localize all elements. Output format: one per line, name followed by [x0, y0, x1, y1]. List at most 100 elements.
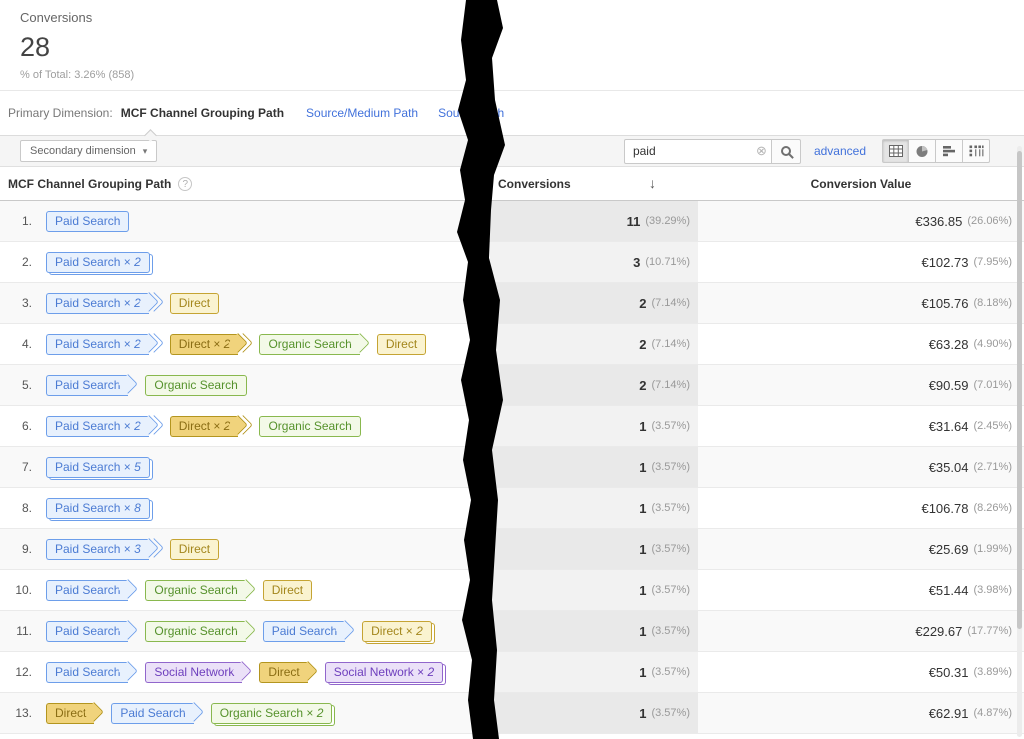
repeat-count: × 2: [120, 255, 140, 269]
primary-dimension-label: Primary Dimension:: [8, 106, 113, 120]
channel-path: Paid Search × 2 Direct: [46, 293, 229, 314]
channel-badge-organic-search: Organic Search × 2: [211, 703, 333, 724]
row-rank: 9.: [0, 542, 46, 556]
percentage-view-button[interactable]: [909, 139, 936, 163]
channel-path: DirectPaid SearchOrganic Search × 2: [46, 703, 342, 724]
conversions-percent: (3.57%): [651, 584, 690, 596]
conversions-percent: (7.14%): [651, 338, 690, 350]
channel-path: Paid SearchOrganic SearchPaid SearchDire…: [46, 621, 442, 642]
table-row: 11.Paid SearchOrganic SearchPaid SearchD…: [0, 611, 1024, 652]
table-row: 6.Paid Search × 2Direct × 2Organic Searc…: [0, 406, 1024, 447]
pivot-view-icon: [969, 145, 984, 157]
dimension-source-path-link[interactable]: Source Path: [438, 106, 504, 120]
pie-chart-icon: [915, 145, 929, 158]
chevron-tip: [118, 374, 138, 394]
sort-descending-icon[interactable]: ↓: [649, 175, 656, 191]
conversions-percent: (3.57%): [651, 666, 690, 678]
table-row: 8.Paid Search × 81(3.57%)€106.78(8.26%): [0, 488, 1024, 529]
repeat-count: × 2: [210, 337, 230, 351]
path-cell: 4.Paid Search × 2Direct × 2Organic Searc…: [0, 324, 490, 364]
conversion-value-cell: €51.44(3.98%): [698, 570, 1024, 610]
channel-badge-paid-search: Paid Search: [46, 621, 128, 642]
channel-badge-paid-search: Paid Search × 2: [46, 252, 150, 273]
search-input[interactable]: [624, 139, 772, 164]
conversion-value-cell: €336.85(26.06%): [698, 201, 1024, 241]
repeat-count: × 2: [120, 419, 140, 433]
row-rank: 10.: [0, 583, 46, 597]
mcf-top-conversion-paths-report: Conversions 28 % of Total: 3.26% (858) P…: [0, 0, 1024, 739]
row-rank: 8.: [0, 501, 46, 515]
channel-badge-paid-search: Paid Search × 5: [46, 457, 150, 478]
chevron-tip: [118, 579, 138, 599]
conversion-value-amount: €90.59: [929, 378, 969, 393]
column-header-conversion-value[interactable]: Conversion Value: [698, 177, 1024, 191]
conversion-value-amount: €25.69: [929, 542, 969, 557]
table-view-button[interactable]: [882, 139, 909, 163]
chevron-tip: [118, 661, 138, 681]
path-cell: 11.Paid SearchOrganic SearchPaid SearchD…: [0, 611, 490, 651]
conversion-value-cell: €25.69(1.99%): [698, 529, 1024, 569]
channel-badge-paid-search: Paid Search × 8: [46, 498, 150, 519]
view-toggle-group: [882, 139, 990, 163]
secondary-dimension-button[interactable]: Secondary dimension ▾: [20, 140, 157, 162]
advanced-search-link[interactable]: advanced: [814, 144, 866, 158]
row-rank: 5.: [0, 378, 46, 392]
channel-path: Paid Search × 3Direct: [46, 539, 229, 560]
primary-dimension-bar: Primary Dimension: MCF Channel Grouping …: [0, 91, 1024, 136]
dimension-mcf-channel-grouping-path[interactable]: MCF Channel Grouping Path: [121, 106, 284, 120]
conversion-value-cell: €62.91(4.87%): [698, 693, 1024, 733]
conversion-value-cell: €229.67(17.77%): [698, 611, 1024, 651]
channel-badge-paid-search: Paid Search × 2: [46, 293, 149, 314]
conversions-count: 1: [639, 419, 646, 434]
column-header-path[interactable]: MCF Channel Grouping Path ?: [0, 177, 490, 191]
conversions-count: 2: [639, 337, 646, 352]
channel-badge-direct: Direct: [170, 293, 219, 314]
column-header-conversions[interactable]: Conversions ↓: [490, 177, 698, 191]
conversions-count: 1: [639, 624, 646, 639]
search-button[interactable]: [771, 139, 801, 164]
performance-view-button[interactable]: [936, 139, 963, 163]
channel-badge-paid-search: Paid Search: [111, 703, 193, 724]
conversions-count: 1: [639, 542, 646, 557]
conversion-value-amount: €105.76: [921, 296, 968, 311]
conversion-value-cell: €90.59(7.01%): [698, 365, 1024, 405]
path-cell: 8.Paid Search × 8: [0, 488, 490, 528]
conversion-value-amount: €229.67: [915, 624, 962, 639]
row-rank: 7.: [0, 460, 46, 474]
channel-badge-paid-search: Paid Search: [46, 580, 128, 601]
conversions-cell: 11(39.29%): [490, 201, 698, 241]
path-cell: 5.Paid SearchOrganic Search: [0, 365, 490, 405]
help-icon[interactable]: ?: [178, 177, 192, 191]
channel-badge-paid-search: Paid Search × 2: [46, 334, 149, 355]
channel-badge-direct: Direct: [259, 662, 307, 683]
conversions-percent: (39.29%): [645, 215, 690, 227]
conversion-value-cell: €50.31(3.89%): [698, 652, 1024, 692]
channel-path: Paid SearchOrganic Search: [46, 375, 257, 396]
channel-badge-organic-search: Organic Search: [145, 621, 245, 642]
conversion-value-percent: (2.45%): [973, 420, 1012, 432]
channel-badge-direct: Direct × 2: [170, 334, 239, 355]
path-cell: 9.Paid Search × 3Direct: [0, 529, 490, 569]
toolbar-right-group: ⊗ advanced: [624, 139, 990, 164]
pivot-view-button[interactable]: [963, 139, 990, 163]
vertical-scrollbar[interactable]: [1017, 146, 1022, 737]
channel-path: Paid Search × 5: [46, 457, 160, 478]
conversion-value-cell: €63.28(4.90%): [698, 324, 1024, 364]
conversions-percent: (7.14%): [651, 297, 690, 309]
chevron-tip: [350, 333, 370, 353]
chevron-tip: [118, 620, 138, 640]
repeat-count: × 2: [120, 296, 140, 310]
table-toolbar: Secondary dimension ▾ ⊗ advanced: [0, 136, 1024, 167]
chevron-tip: [236, 579, 256, 599]
scrollbar-thumb[interactable]: [1017, 151, 1022, 629]
table-view-icon: [889, 145, 903, 157]
repeat-count: × 2: [120, 337, 140, 351]
chevron-tip: [298, 661, 318, 681]
clear-search-icon[interactable]: ⊗: [756, 144, 767, 158]
conversions-count: 1: [639, 665, 646, 680]
dimension-source-medium-path-link[interactable]: Source/Medium Path: [306, 106, 418, 120]
conversions-cell: 1 (3.57%): [490, 652, 698, 692]
table-row: 10.Paid SearchOrganic SearchDirect1(3.57…: [0, 570, 1024, 611]
conversion-value-percent: (3.98%): [973, 584, 1012, 596]
conversion-value-cell: €31.64(2.45%): [698, 406, 1024, 446]
